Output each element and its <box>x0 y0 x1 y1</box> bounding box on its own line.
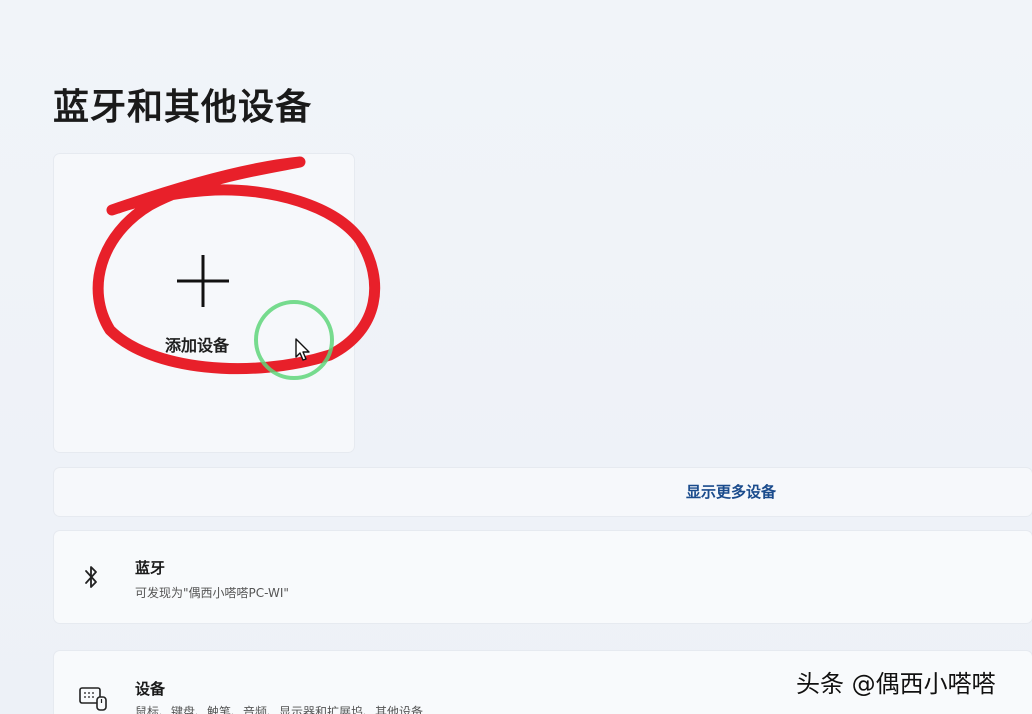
bluetooth-row[interactable] <box>54 531 1032 623</box>
bluetooth-title: 蓝牙 <box>135 559 166 577</box>
bluetooth-icon <box>85 566 97 588</box>
page-title: 蓝牙和其他设备 <box>53 87 313 128</box>
settings-page: 蓝牙和其他设备 添加设备 显示更多设备 蓝牙 可发现为"偶西小嗒嗒PC-WI" … <box>0 0 1032 714</box>
watermark: 头条 @偶西小嗒嗒 <box>796 670 996 698</box>
cursor-icon <box>295 338 310 361</box>
devices-title: 设备 <box>135 680 166 698</box>
bluetooth-subtitle: 可发现为"偶西小嗒嗒PC-WI" <box>135 586 289 600</box>
devices-subtitle: 鼠标、键盘、触笔、音频、显示器和扩展坞、其他设备 <box>135 705 424 714</box>
show-more-bar[interactable] <box>54 468 1032 516</box>
add-device-label[interactable]: 添加设备 <box>165 332 229 356</box>
plus-icon[interactable] <box>175 253 231 309</box>
devices-icon <box>79 687 107 711</box>
show-more-devices-link[interactable]: 显示更多设备 <box>686 481 776 502</box>
